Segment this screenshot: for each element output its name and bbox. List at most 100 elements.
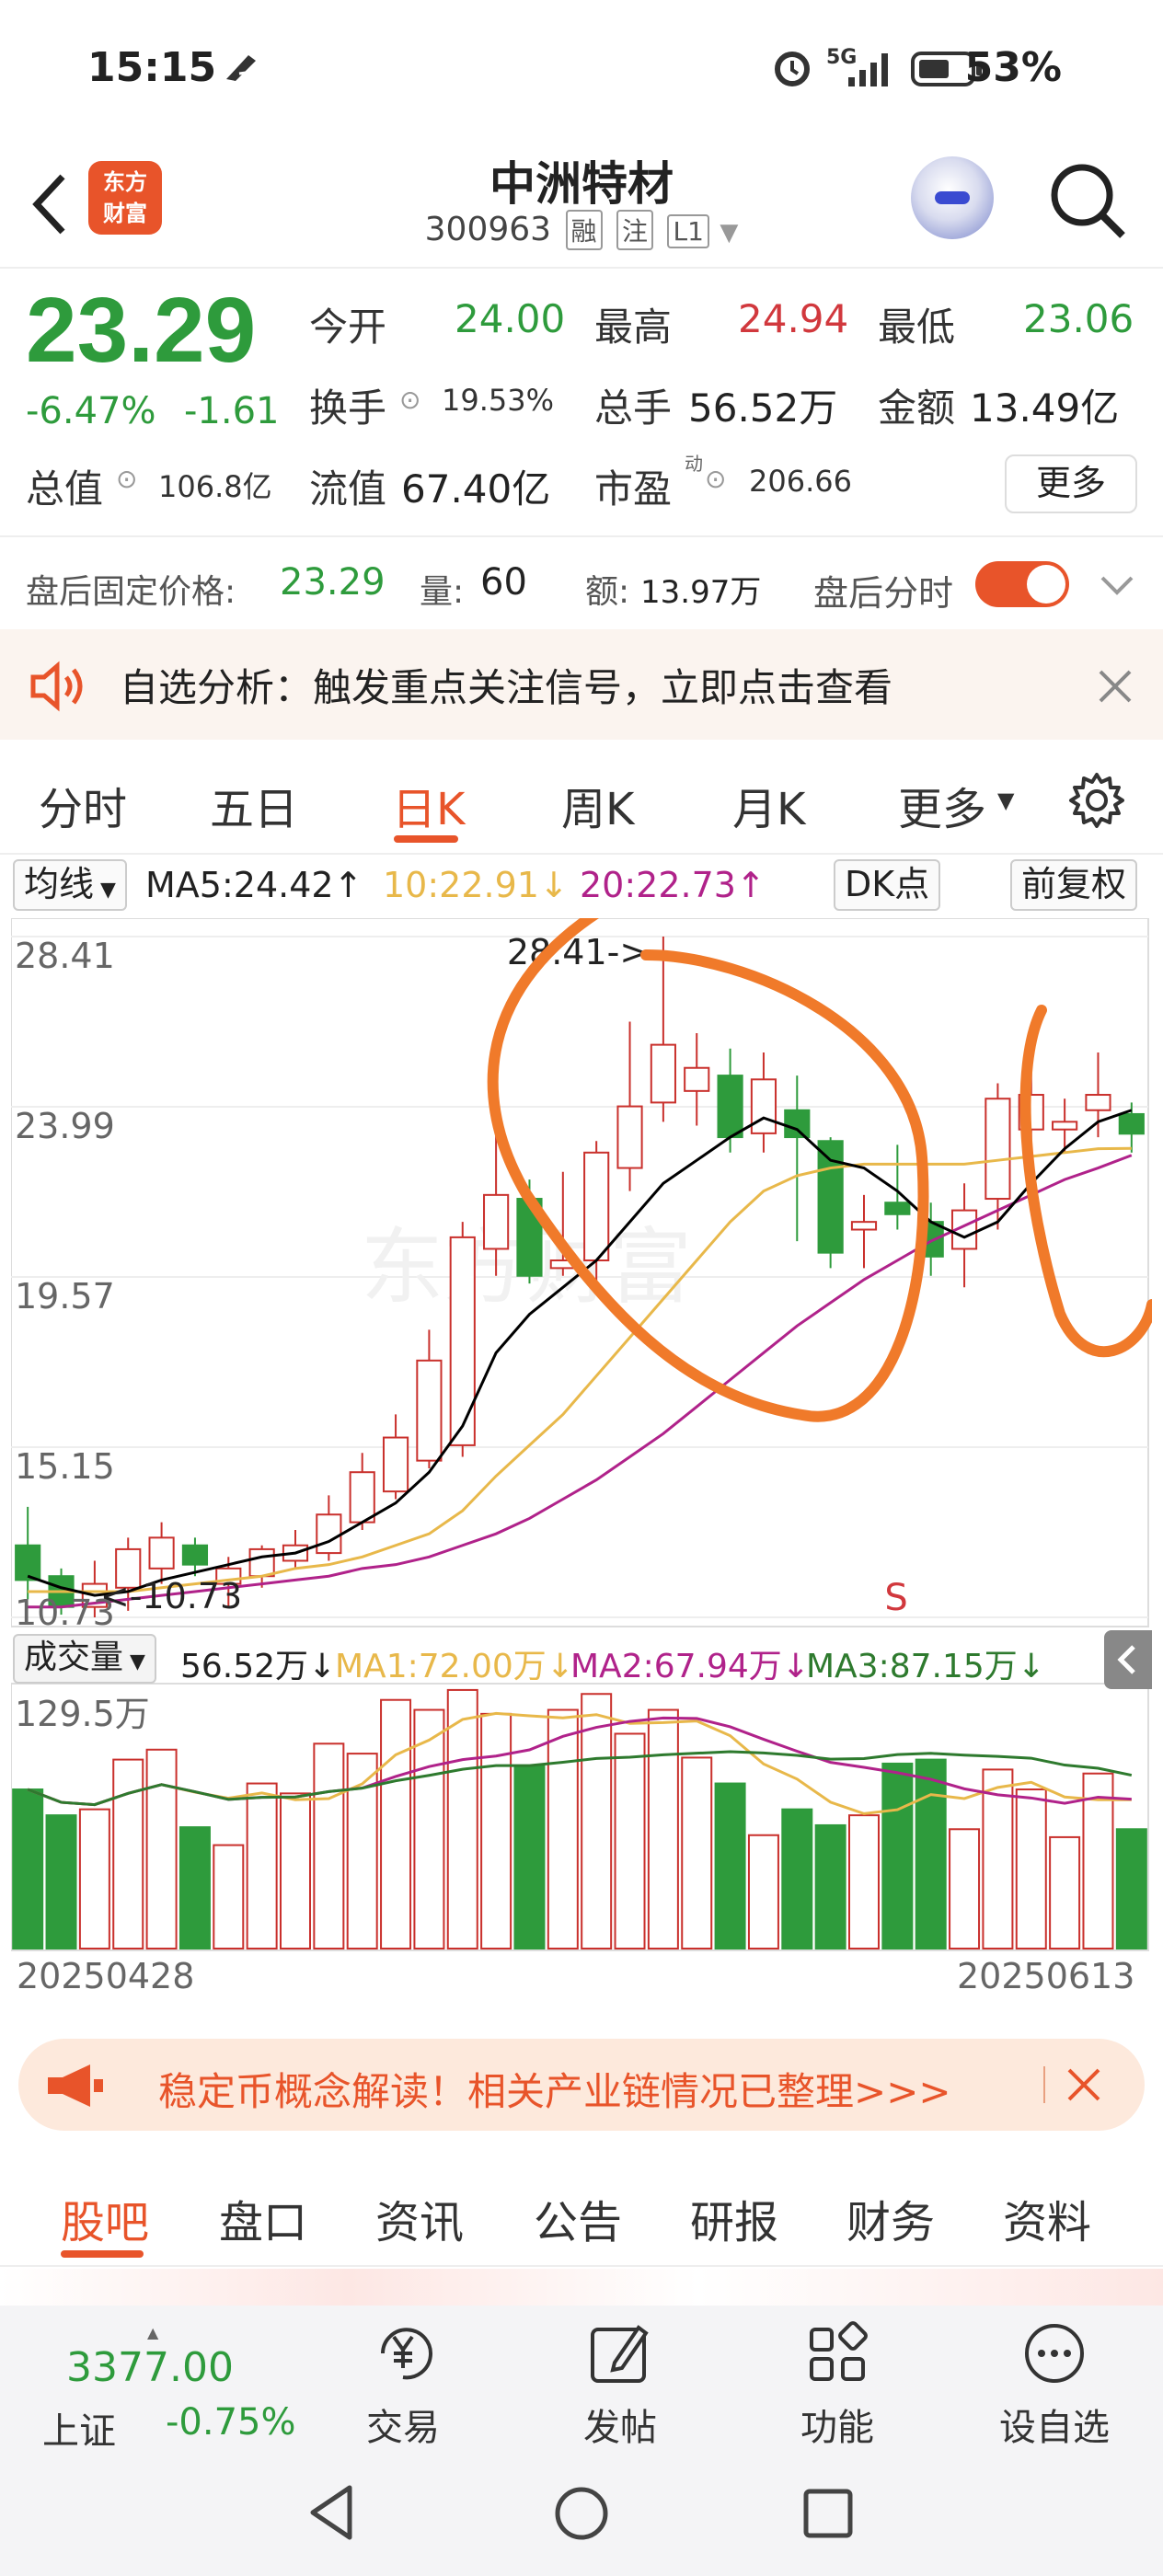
hand-drawn-circle-annotation — [1019, 1005, 1157, 1358]
candle-down — [181, 1544, 209, 1566]
volume-bar — [145, 1748, 178, 1950]
volume-value: 56.52万 — [688, 385, 838, 431]
volume-label: 总手 — [594, 385, 673, 431]
volume-bar — [513, 1765, 546, 1949]
nav-add-watchlist-label: 设自选 — [999, 2407, 1110, 2449]
tab-weekly-k[interactable]: 周K — [561, 773, 634, 837]
nav-post[interactable]: 发帖 — [547, 2306, 694, 2453]
candle-up — [483, 1193, 510, 1250]
info-icon[interactable]: ⊙ — [116, 464, 137, 494]
tag-margin: 融 — [565, 210, 603, 250]
alert-bar[interactable]: 自选分析：触发重点关注信号，立即点击查看 — [0, 629, 1163, 740]
close-icon[interactable] — [1065, 2066, 1102, 2103]
edit-icon — [591, 2325, 649, 2383]
tab-profile[interactable]: 资料 — [1003, 2186, 1091, 2250]
ma5-value: MA5:24.42↑ — [145, 865, 363, 905]
tab-intraday[interactable]: 分时 — [39, 773, 127, 837]
dk-point-button[interactable]: DK点 — [834, 859, 941, 911]
tag-level1: L1 — [667, 214, 709, 248]
tab-financials[interactable]: 财务 — [846, 2186, 935, 2250]
stock-header: 东方 财富 中洲特材 300963 融 注 L1 ▼ — [0, 138, 1163, 269]
volume-bar — [581, 1693, 613, 1949]
volume-bar — [681, 1756, 713, 1949]
candle-up — [650, 1043, 676, 1104]
promo-banner[interactable]: 稳定币概念解读！相关产业链情况已整理>>> — [18, 2039, 1145, 2131]
chevron-down-icon[interactable] — [1099, 572, 1135, 600]
back-triangle-icon[interactable] — [304, 2480, 359, 2545]
tab-news[interactable]: 资讯 — [375, 2186, 464, 2250]
candle-up — [248, 1547, 275, 1578]
market-cap-label: 总值 — [26, 466, 104, 512]
recents-square-icon[interactable] — [800, 2486, 856, 2541]
ma-selector[interactable]: 均线 ▼ — [13, 859, 127, 911]
tab-daily-k[interactable]: 日K — [392, 773, 465, 837]
turnover-value: 19.53% — [442, 383, 555, 418]
after-hours-amt-label: 额: — [585, 573, 630, 611]
caret-down-icon: ▼ — [720, 219, 739, 247]
volume-ma2: MA2:67.94万↓ — [570, 1648, 810, 1685]
volume-bar — [814, 1823, 846, 1949]
candle-up — [316, 1513, 342, 1555]
open-label: 今开 — [309, 305, 387, 350]
tab-announcements[interactable]: 公告 — [534, 2186, 622, 2250]
grid-icon — [810, 2321, 868, 2381]
tab-monthly-k[interactable]: 月K — [732, 773, 805, 837]
x-start-date: 20250428 — [17, 1956, 195, 1996]
info-tabs: 股吧 盘口 资讯 公告 研报 财务 资料 — [0, 2155, 1163, 2267]
nav-functions[interactable]: 功能 — [764, 2306, 911, 2453]
quote-panel: 23.29 -6.47% -1.61 今开 24.00 最高 24.94 最低 … — [0, 269, 1163, 627]
home-circle-icon[interactable] — [552, 2484, 611, 2543]
price-axis-label: 15.15 — [15, 1446, 115, 1487]
info-icon[interactable]: ⊙ — [399, 385, 420, 415]
bottom-action-bar: ▲ 3377.00 上证 -0.75% 交易 发帖 功能 设自选 — [0, 2306, 1163, 2453]
after-hours-price: 23.29 — [280, 561, 386, 604]
kline-chart-area[interactable]: 东方财富 28.4123.9919.5715.1510.73 129.5万 28… — [10, 894, 1157, 1999]
speaker-icon — [30, 661, 83, 712]
candle-up — [148, 1536, 175, 1570]
after-hours-vol-label: 量: — [420, 573, 465, 611]
index-ticker[interactable]: ▲ 3377.00 上证 -0.75% — [18, 2324, 313, 2453]
robot-assistant-avatar[interactable] — [911, 156, 994, 239]
candle-up — [985, 1098, 1011, 1201]
pe-dynamic-sup: 动 — [685, 453, 703, 475]
tab-forum[interactable]: 股吧 — [61, 2186, 149, 2250]
tab-five-day[interactable]: 五日 — [210, 773, 298, 837]
volume-bar — [647, 1708, 679, 1949]
market-cap-value: 106.8亿 — [158, 469, 272, 504]
turnover-label: 换手 — [309, 385, 387, 431]
volume-bar — [380, 1698, 412, 1949]
stock-name: 中洲特材 — [489, 157, 674, 211]
info-icon[interactable]: ⊙ — [705, 464, 726, 494]
nav-add-watchlist[interactable]: 设自选 — [981, 2306, 1128, 2453]
after-hours-toggle[interactable] — [975, 561, 1069, 607]
ma-indicator-bar: 均线 ▼ MA5:24.42↑ 10:22.91↓ 20:22.73↑ DK点 … — [0, 856, 1163, 913]
candle-down — [884, 1202, 911, 1215]
back-button[interactable] — [26, 167, 81, 241]
stock-code-row[interactable]: 300963 融 注 L1 ▼ — [368, 210, 795, 250]
ma-selector-label: 均线 — [24, 864, 95, 904]
tab-research[interactable]: 研报 — [690, 2186, 778, 2250]
app-logo[interactable]: 东方 财富 — [88, 161, 162, 235]
collapse-panel-button[interactable] — [1104, 1630, 1152, 1689]
close-icon[interactable] — [1097, 668, 1134, 705]
tab-more[interactable]: 更多 — [898, 773, 986, 837]
yuan-exchange-icon — [381, 2328, 432, 2380]
candle-up — [416, 1359, 443, 1462]
candle-up — [449, 1236, 476, 1446]
tab-orderbook[interactable]: 盘口 — [219, 2186, 307, 2250]
more-button[interactable]: 更多 — [1005, 454, 1137, 513]
nav-trade[interactable]: 交易 — [329, 2306, 477, 2453]
volume-selector[interactable]: 成交量 ▼ — [13, 1634, 156, 1684]
volume-bar — [480, 1712, 512, 1949]
max-price-annotation: 28.41-> — [507, 932, 649, 972]
volume-bar — [78, 1808, 110, 1949]
gear-icon[interactable] — [1067, 771, 1126, 830]
status-bar: 15:15 5G 53% — [0, 0, 1163, 138]
volume-bar — [915, 1758, 947, 1950]
adjust-button[interactable]: 前复权 — [1010, 859, 1138, 911]
candle-down — [784, 1109, 811, 1139]
search-icon[interactable] — [1045, 158, 1128, 241]
kline-chart[interactable]: 东方财富 28.4123.9919.5715.1510.73 129.5万 28… — [10, 894, 1157, 1999]
candle-up — [583, 1151, 610, 1262]
volume-bar — [714, 1782, 746, 1949]
